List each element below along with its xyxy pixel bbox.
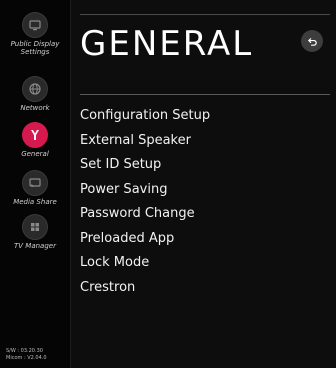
menu-item-set-id-setup[interactable]: Set ID Setup xyxy=(80,153,330,178)
cast-icon xyxy=(22,170,48,196)
menu-item-configuration-setup[interactable]: Configuration Setup xyxy=(80,104,330,129)
menu-item-power-saving[interactable]: Power Saving xyxy=(80,178,330,203)
wrench-screwdriver-icon xyxy=(22,122,48,148)
menu-item-preloaded-app[interactable]: Preloaded App xyxy=(80,227,330,252)
settings-screen: Public Display Settings Network General … xyxy=(0,0,336,368)
sidebar-item-media-share[interactable]: Media Share xyxy=(0,170,70,206)
sidebar-item-label: Network xyxy=(20,104,50,112)
sidebar: Public Display Settings Network General … xyxy=(0,0,71,368)
sidebar-item-label: General xyxy=(21,150,49,158)
globe-icon xyxy=(22,76,48,102)
header-divider xyxy=(80,94,330,95)
menu-item-external-speaker[interactable]: External Speaker xyxy=(80,129,330,154)
sidebar-item-label: TV Manager xyxy=(14,242,56,250)
page-title: GENERAL xyxy=(80,24,254,64)
back-button[interactable] xyxy=(301,30,323,52)
sidebar-item-network[interactable]: Network xyxy=(0,76,70,112)
main-panel: GENERAL Configuration Setup External Spe… xyxy=(71,0,336,368)
top-divider xyxy=(80,14,330,15)
micom-version: Micom : V2.04.0 xyxy=(6,355,47,361)
menu-item-password-change[interactable]: Password Change xyxy=(80,202,330,227)
grid-icon xyxy=(22,214,48,240)
menu-item-crestron[interactable]: Crestron xyxy=(80,276,330,301)
sidebar-item-general[interactable]: General xyxy=(0,122,70,158)
settings-menu: Configuration Setup External Speaker Set… xyxy=(80,104,330,300)
menu-item-lock-mode[interactable]: Lock Mode xyxy=(80,251,330,276)
sidebar-item-label: Media Share xyxy=(13,198,57,206)
sw-version: S/W : 03.20.30 xyxy=(6,348,43,354)
sidebar-item-tv-manager[interactable]: TV Manager xyxy=(0,214,70,250)
monitor-icon xyxy=(22,12,48,38)
version-info: S/W : 03.20.30 Micom : V2.04.0 xyxy=(6,348,47,362)
sidebar-item-label: Public Display Settings xyxy=(10,40,60,56)
sidebar-item-public-display-settings[interactable]: Public Display Settings xyxy=(0,12,70,56)
back-arrow-icon xyxy=(307,37,317,46)
